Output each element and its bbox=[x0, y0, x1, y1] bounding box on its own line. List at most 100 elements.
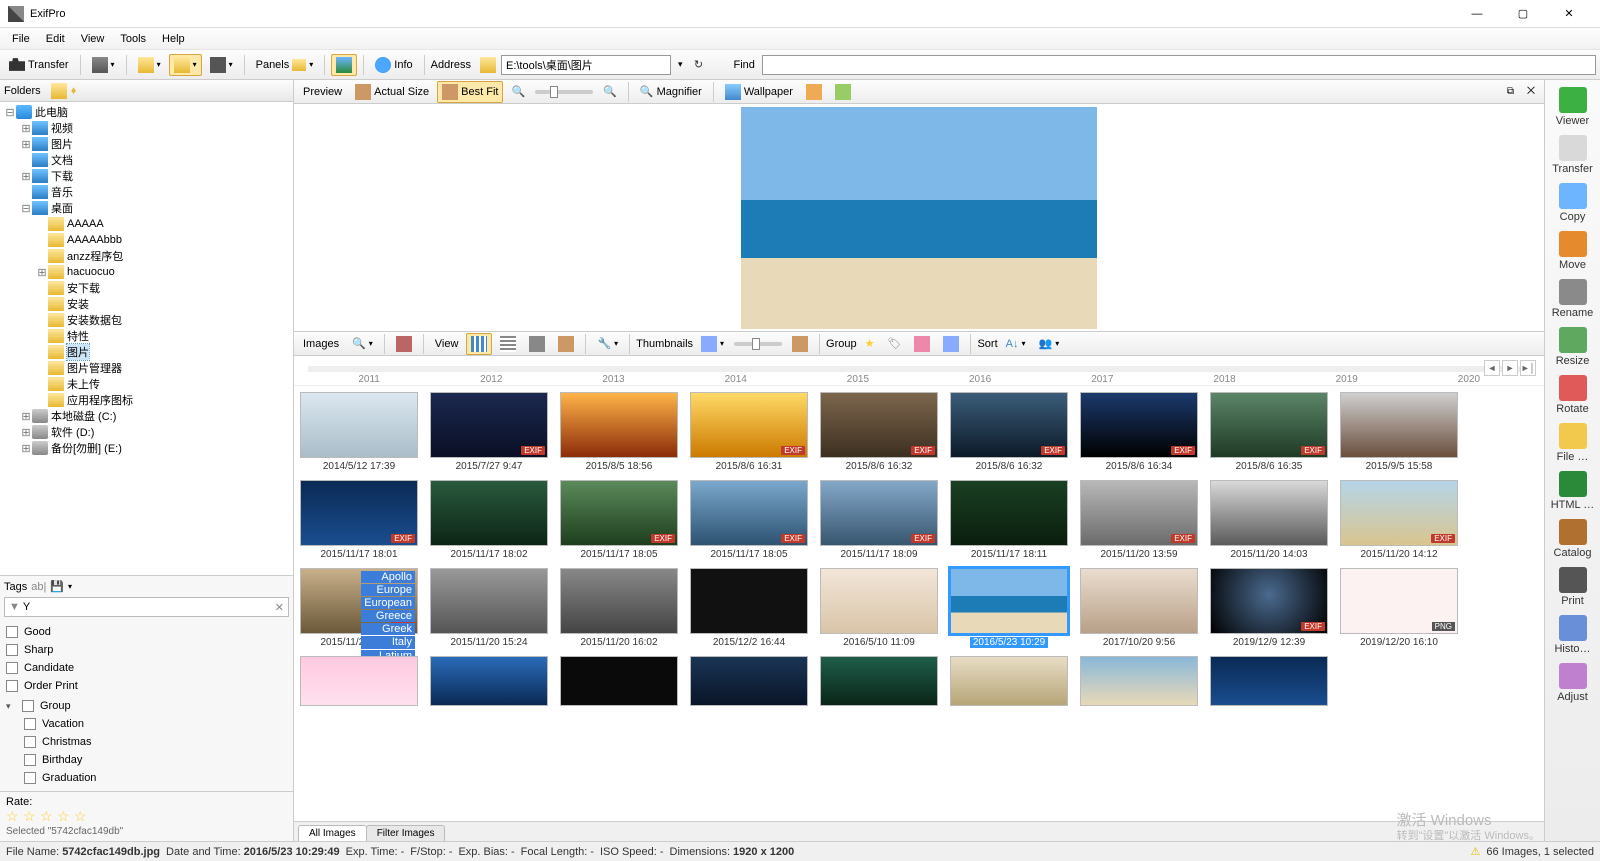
thumb-size-slider[interactable] bbox=[734, 342, 782, 346]
tag-group-item[interactable]: Christmas bbox=[22, 733, 289, 751]
timeline-year[interactable]: 2011 bbox=[308, 366, 430, 385]
menu-file[interactable]: File bbox=[4, 31, 38, 47]
thumbnail[interactable]: 2014/5/12 17:39 bbox=[300, 392, 418, 472]
tag-group-item[interactable]: Graduation bbox=[22, 769, 289, 787]
tag-group-item[interactable]: Birthday bbox=[22, 751, 289, 769]
thumbnail[interactable]: 2015/11/20 16:02 bbox=[560, 568, 678, 648]
thumbnail[interactable]: PNG2019/12/20 16:10 bbox=[1340, 568, 1458, 648]
side-tool-rename[interactable]: Rename bbox=[1548, 276, 1598, 322]
thumbnail[interactable] bbox=[1080, 656, 1198, 706]
thumbnail[interactable] bbox=[430, 656, 548, 706]
group-checkbox[interactable] bbox=[22, 700, 34, 712]
side-tool-viewer[interactable]: Viewer bbox=[1548, 84, 1598, 130]
thumbnail[interactable]: EXIF2015/11/17 18:01 bbox=[300, 480, 418, 560]
view-mode-button[interactable]: ▾ bbox=[205, 54, 238, 76]
tools-button[interactable]: 🔧▾ bbox=[592, 334, 623, 353]
folder-up-icon[interactable]: ♦ bbox=[71, 85, 77, 97]
side-tool-html[interactable]: HTML … bbox=[1548, 468, 1598, 514]
thumbnail[interactable]: EXIFApolloEuropeEuropeanGreeceGreekItaly… bbox=[300, 568, 418, 648]
thumbnail[interactable] bbox=[560, 656, 678, 706]
address-input[interactable] bbox=[501, 55, 671, 75]
checkbox[interactable] bbox=[24, 772, 36, 784]
menu-edit[interactable]: Edit bbox=[38, 31, 73, 47]
preview-restore-button[interactable]: ⧉ bbox=[1502, 83, 1519, 100]
preview-close-button[interactable]: ⨉ bbox=[1522, 83, 1540, 100]
timeline-year[interactable]: 2018 bbox=[1163, 366, 1285, 385]
sort-people-button[interactable]: 👥▾ bbox=[1034, 334, 1065, 353]
preview-toggle[interactable] bbox=[331, 54, 357, 76]
tree-item[interactable]: 安下载 bbox=[2, 280, 291, 296]
checkbox[interactable] bbox=[24, 718, 36, 730]
view-tiles-button[interactable] bbox=[524, 333, 550, 355]
tag-filter-box[interactable]: ▼ ✕ bbox=[4, 597, 289, 617]
thumbnail[interactable] bbox=[950, 656, 1068, 706]
thumbnail[interactable]: 2015/11/17 18:02 bbox=[430, 480, 548, 560]
filter-button[interactable] bbox=[391, 333, 417, 355]
preview-area[interactable] bbox=[294, 104, 1544, 332]
thumbnail[interactable] bbox=[690, 656, 808, 706]
best-fit-button[interactable]: Best Fit bbox=[437, 81, 503, 103]
thumbnail[interactable]: EXIF2015/8/6 16:32 bbox=[950, 392, 1068, 472]
menu-tools[interactable]: Tools bbox=[112, 31, 154, 47]
transfer-button[interactable]: Transfer bbox=[4, 54, 74, 76]
tree-item[interactable]: AAAAAbbb bbox=[2, 232, 291, 248]
thumbnail[interactable]: EXIF2015/8/6 16:35 bbox=[1210, 392, 1328, 472]
side-tool-rotate[interactable]: Rotate bbox=[1548, 372, 1598, 418]
thumbnail[interactable]: EXIF2015/8/6 16:32 bbox=[820, 392, 938, 472]
thumbnail[interactable]: EXIF2019/12/9 12:39 bbox=[1210, 568, 1328, 648]
view-details-button[interactable] bbox=[495, 333, 521, 355]
star-icon[interactable]: ☆ bbox=[23, 808, 39, 824]
rating-stars[interactable]: ☆ ☆ ☆ ☆ ☆ bbox=[6, 808, 287, 824]
timeline-year[interactable]: 2019 bbox=[1286, 366, 1408, 385]
zoom-out-button[interactable]: 🔍 bbox=[598, 82, 622, 101]
thumbnail[interactable]: EXIF2015/11/17 18:09 bbox=[820, 480, 938, 560]
tab-all-images[interactable]: All Images bbox=[298, 825, 367, 841]
actual-size-button[interactable]: Actual Size bbox=[350, 81, 434, 103]
timeline-year[interactable]: 2012 bbox=[430, 366, 552, 385]
menu-view[interactable]: View bbox=[73, 31, 113, 47]
thumbnail[interactable]: EXIF2015/11/17 18:05 bbox=[560, 480, 678, 560]
thumbnail[interactable] bbox=[300, 656, 418, 706]
timeline-year[interactable]: 2014 bbox=[675, 366, 797, 385]
star-icon[interactable]: ☆ bbox=[40, 808, 56, 824]
copy-image-button[interactable] bbox=[801, 81, 827, 103]
group-date-button[interactable] bbox=[909, 333, 935, 355]
tree-item[interactable]: ⊞hacuocuo bbox=[2, 264, 291, 280]
group-tag-button[interactable]: 🏷 bbox=[883, 334, 907, 353]
tag-group-item[interactable]: Vacation bbox=[22, 715, 289, 733]
tree-item[interactable]: 应用程序图标 bbox=[2, 392, 291, 408]
clear-filter-icon[interactable]: ✕ bbox=[275, 601, 284, 614]
tree-item[interactable]: 文档 bbox=[2, 152, 291, 168]
side-tool-print[interactable]: Print bbox=[1548, 564, 1598, 610]
checkbox[interactable] bbox=[24, 754, 36, 766]
address-folder-icon[interactable] bbox=[478, 55, 498, 75]
folder-tree-button[interactable]: ▾ bbox=[169, 54, 202, 76]
tag-item[interactable]: Good bbox=[4, 623, 289, 641]
checkbox[interactable] bbox=[6, 662, 18, 674]
tree-item[interactable]: 未上传 bbox=[2, 376, 291, 392]
thumbnail-grid[interactable]: 2014/5/12 17:39EXIF2015/7/27 9:472015/8/… bbox=[294, 386, 1544, 821]
checkbox[interactable] bbox=[6, 680, 18, 692]
tree-item[interactable]: ⊞下载 bbox=[2, 168, 291, 184]
find-input[interactable] bbox=[762, 55, 1596, 75]
tag-item[interactable]: Sharp bbox=[4, 641, 289, 659]
tree-item[interactable]: ⊞本地磁盘 (C:) bbox=[2, 408, 291, 424]
tag-filter-input[interactable] bbox=[23, 601, 275, 613]
timeline-end-button[interactable]: ►│ bbox=[1520, 360, 1536, 376]
thumbnail[interactable]: 2016/5/10 11:09 bbox=[820, 568, 938, 648]
print-button[interactable]: ▾ bbox=[87, 54, 120, 76]
side-tool-catalog[interactable]: Catalog bbox=[1548, 516, 1598, 562]
timeline-year[interactable]: 2013 bbox=[552, 366, 674, 385]
thumb-options-button[interactable]: ▾ bbox=[696, 333, 729, 355]
side-tool-copy[interactable]: Copy bbox=[1548, 180, 1598, 226]
star-icon[interactable]: ☆ bbox=[6, 808, 22, 824]
tree-item[interactable]: ⊟此电脑 bbox=[2, 104, 291, 120]
side-tool-move[interactable]: Move bbox=[1548, 228, 1598, 274]
timeline-prev-button[interactable]: ◄ bbox=[1484, 360, 1500, 376]
group-expand[interactable]: ▾ Group bbox=[4, 697, 289, 715]
wallpaper-button[interactable]: Wallpaper bbox=[720, 81, 798, 103]
panels-button[interactable]: Panels ▾ bbox=[251, 56, 319, 74]
thumbnail[interactable]: 2015/11/17 18:11 bbox=[950, 480, 1068, 560]
thumbnail[interactable] bbox=[820, 656, 938, 706]
tag-edit-icon[interactable]: ab| bbox=[31, 581, 46, 593]
